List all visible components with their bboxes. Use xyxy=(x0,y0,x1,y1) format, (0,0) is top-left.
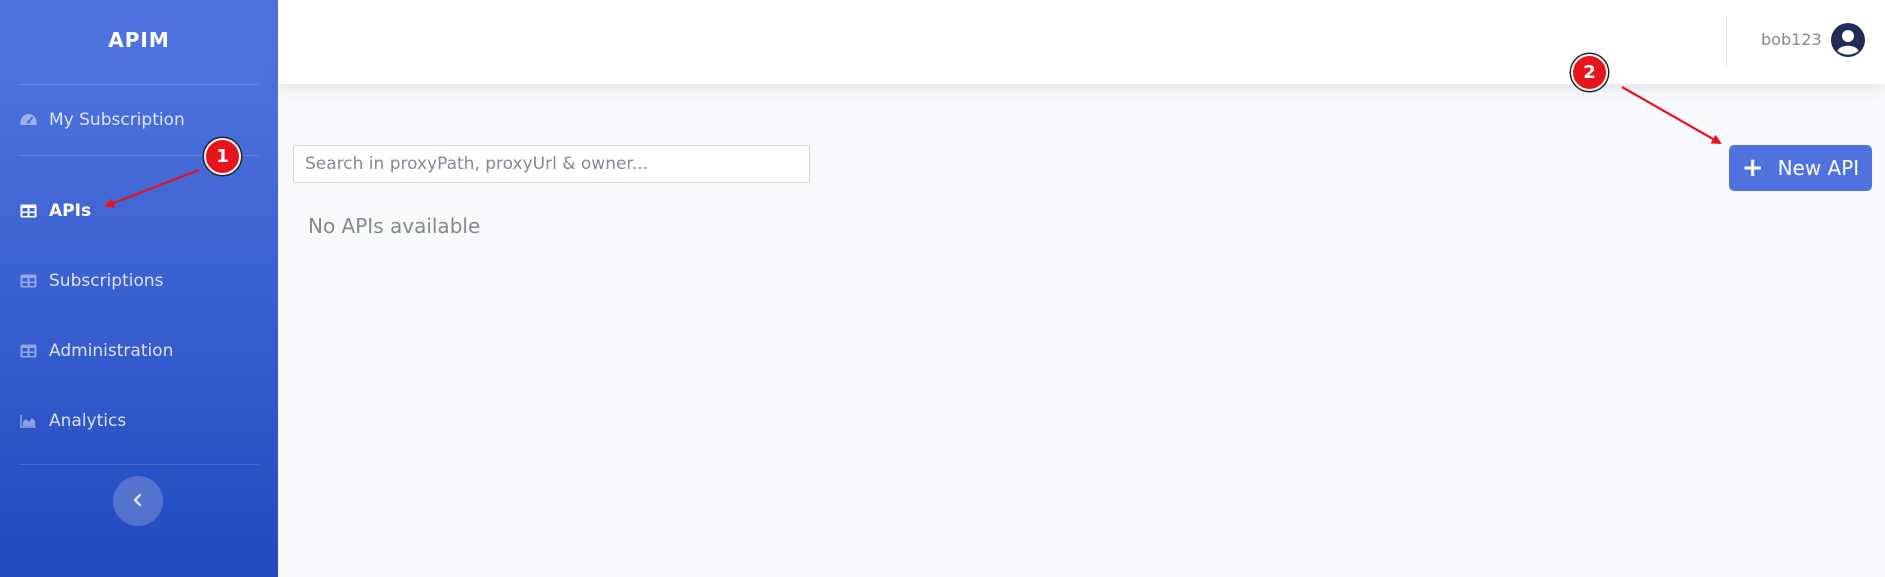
area-chart-icon xyxy=(19,413,38,429)
annotation-marker-1: 1 xyxy=(204,138,241,175)
sidebar-item-label: Analytics xyxy=(49,411,127,431)
topbar-divider xyxy=(1726,16,1727,66)
topbar: bob123 xyxy=(278,0,1885,84)
sidebar-item-administration[interactable]: Administration xyxy=(0,316,278,386)
annotation-marker-2: 2 xyxy=(1571,54,1608,91)
empty-state-message: No APIs available xyxy=(308,214,481,238)
sidebar-item-label: APIs xyxy=(49,201,92,221)
sidebar: APIM My Subscription APIs Subscriptions … xyxy=(0,0,278,577)
chevron-left-icon xyxy=(132,492,144,511)
tachometer-icon xyxy=(19,112,38,128)
sidebar-toggle-button[interactable] xyxy=(113,476,163,526)
sidebar-divider xyxy=(19,464,259,465)
username[interactable]: bob123 xyxy=(1761,30,1822,49)
sidebar-item-label: Administration xyxy=(49,341,174,361)
new-api-button[interactable]: + New API xyxy=(1729,145,1872,191)
plus-icon: + xyxy=(1741,153,1764,183)
annotation-arrows xyxy=(104,86,1722,208)
sidebar-item-analytics[interactable]: Analytics xyxy=(0,386,278,456)
annotation-arrow-2 xyxy=(1621,86,1722,144)
table-icon xyxy=(19,273,38,289)
sidebar-item-label: Subscriptions xyxy=(49,271,164,291)
search-input[interactable] xyxy=(293,145,810,183)
user-circle-icon[interactable] xyxy=(1830,22,1866,58)
table-icon xyxy=(19,203,38,219)
table-icon xyxy=(19,343,38,359)
new-api-label: New API xyxy=(1777,156,1860,180)
sidebar-item-apis[interactable]: APIs xyxy=(0,176,278,246)
sidebar-item-subscriptions[interactable]: Subscriptions xyxy=(0,246,278,316)
brand-logo[interactable]: APIM xyxy=(0,0,278,80)
sidebar-item-label: My Subscription xyxy=(49,110,185,130)
